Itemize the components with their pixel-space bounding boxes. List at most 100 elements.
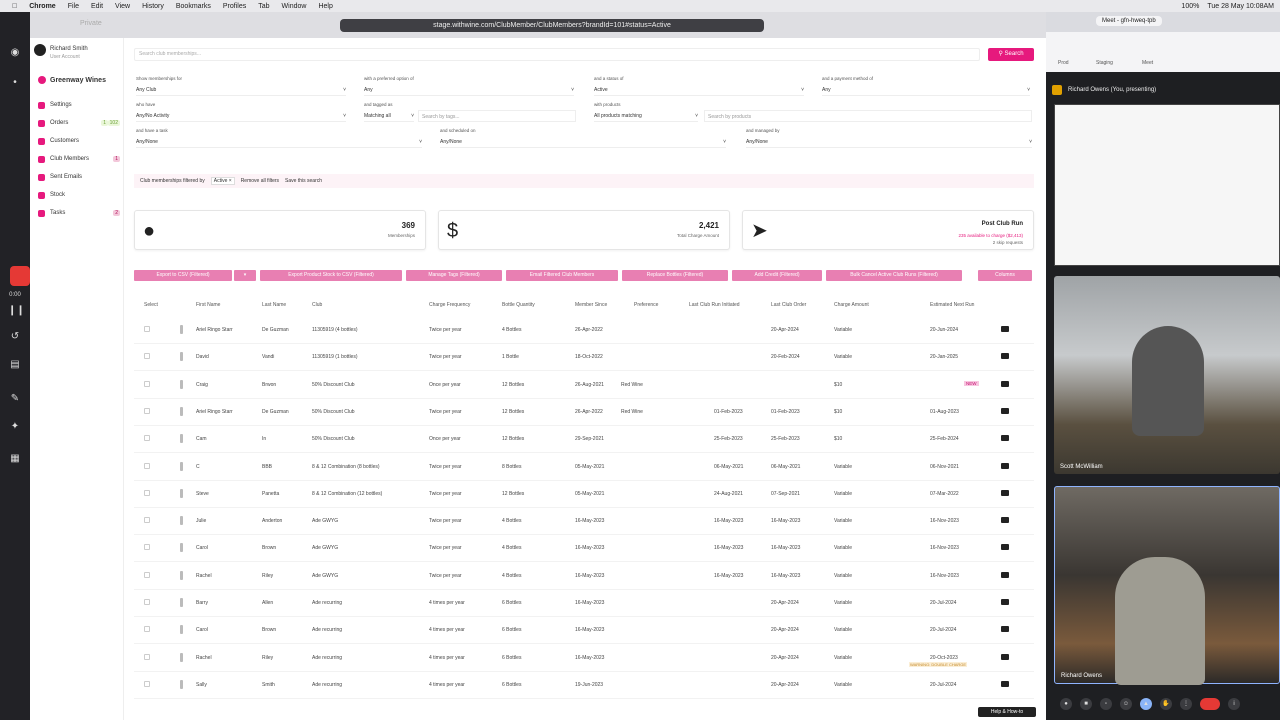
effects-icon[interactable]: ✦ xyxy=(8,420,22,434)
sidebar-item-customers[interactable]: Customers xyxy=(38,132,120,150)
col-next-run[interactable]: Estimated Next Run xyxy=(930,302,974,308)
row-checkbox[interactable] xyxy=(144,462,150,469)
products-search-input[interactable]: Search by products xyxy=(704,102,1032,124)
record-stop-icon[interactable] xyxy=(10,266,30,286)
col-last-order[interactable]: Last Club Order xyxy=(771,302,806,308)
avatar[interactable] xyxy=(34,44,46,56)
filter-status[interactable]: and a status of Active ˅ xyxy=(594,76,804,98)
bookmark-meet[interactable]: Meet xyxy=(1142,60,1153,66)
table-row[interactable]: Rachel Riley Ade GWYG Twice per year 4 Bottl… xyxy=(134,563,1034,590)
bookmark-staging[interactable]: Staging xyxy=(1096,60,1113,66)
filter-scheduled[interactable]: and scheduled on Any/None ˅ xyxy=(440,128,726,150)
export-stock-button[interactable]: Export Product Stock to CSV (Filtered) xyxy=(260,270,402,281)
sidebar-item-orders[interactable]: Orders 1 102 xyxy=(38,114,120,132)
save-search-link[interactable]: Save this search xyxy=(285,178,322,184)
row-checkbox[interactable] xyxy=(144,517,150,524)
email-icon[interactable] xyxy=(1001,653,1009,660)
row-checkbox[interactable] xyxy=(144,326,150,332)
emoji-icon[interactable]: ☺ xyxy=(1120,698,1132,710)
filter-payment[interactable]: and a payment method of Any ˅ xyxy=(822,76,1030,98)
filter-preference[interactable]: with a preferred option of Any ˅ xyxy=(364,76,574,98)
email-members-button[interactable]: Email Filtered Club Members xyxy=(506,270,618,281)
table-row[interactable]: Carol Brown Ade GWYG Twice per year 4 Bottle… xyxy=(134,535,1034,563)
table-row[interactable]: Ariel Ringo Starr De Guzman 11305919 (4 bo… xyxy=(134,317,1034,344)
info-icon[interactable]: i xyxy=(1228,698,1240,710)
pause-icon[interactable]: ❙❙ xyxy=(8,304,25,318)
apple-icon[interactable]:  xyxy=(12,3,17,10)
row-checkbox[interactable] xyxy=(144,544,150,551)
col-charge-frequency[interactable]: Charge Frequency xyxy=(429,302,470,308)
camera-icon[interactable]: ◉ xyxy=(8,46,22,60)
restart-icon[interactable]: ↺ xyxy=(8,330,22,344)
stat-label[interactable]: 235 available to charge ($2,413) xyxy=(958,233,1023,238)
more-options-icon[interactable]: ⋮ xyxy=(1180,698,1192,710)
filter-club[interactable]: Show memberships for Any Club ˅ xyxy=(136,76,346,98)
row-checkbox[interactable] xyxy=(144,489,150,496)
col-last-run[interactable]: Last Club Run Initiated xyxy=(689,302,740,308)
menu-file[interactable]: File xyxy=(68,3,79,10)
pen-icon[interactable]: ✎ xyxy=(8,392,22,406)
filter-task[interactable]: and have a task Any/None ˅ xyxy=(136,128,422,150)
table-row[interactable]: C BBB 8 & 12 Combination (8 bottles) Twice … xyxy=(134,454,1034,481)
battery-level[interactable]: 100% xyxy=(1181,3,1199,10)
filter-activity[interactable]: who have Any/No Activity ˅ xyxy=(136,102,346,124)
menu-edit[interactable]: Edit xyxy=(91,3,103,10)
table-row[interactable]: Rachel Riley Ade recurring 4 times per year… xyxy=(134,645,1034,672)
end-call-icon[interactable] xyxy=(1200,698,1220,710)
email-icon[interactable] xyxy=(1001,599,1009,605)
table-row[interactable]: David Vandi 11305919 (1 bottles) Twice per … xyxy=(134,344,1034,372)
table-row[interactable]: Ariel Ringo Starr De Guzman 50% Discount C… xyxy=(134,399,1034,426)
table-row[interactable]: Barry Allen Ade recurring 4 times per year 6… xyxy=(134,590,1034,617)
row-checkbox[interactable] xyxy=(144,435,150,442)
video-icon[interactable]: ▦ xyxy=(8,452,22,466)
filter-chip-active[interactable]: Active × xyxy=(210,177,235,185)
col-charge-amount[interactable]: Charge Amount xyxy=(834,302,869,308)
meet-tab[interactable]: Meet - gfn-hweq-tpb xyxy=(1096,16,1162,26)
help-button[interactable]: Help & How-to xyxy=(978,707,1036,717)
bookmark-prod[interactable]: Prod xyxy=(1058,60,1069,66)
row-checkbox[interactable] xyxy=(144,599,150,605)
search-input[interactable]: Search club memberships... xyxy=(134,48,980,61)
present-screen-icon[interactable]: ▲ xyxy=(1140,698,1152,710)
filter-tag-match[interactable]: and tagged as Matching all ˅ xyxy=(364,102,414,124)
menu-tab[interactable]: Tab xyxy=(258,3,269,10)
email-icon[interactable] xyxy=(1001,626,1009,633)
clock[interactable]: Tue 28 May 10:08AM xyxy=(1207,3,1274,10)
table-row[interactable]: Carol Brown Ade recurring 4 times per year 6… xyxy=(134,617,1034,645)
table-row[interactable]: Cam In 50% Discount Club Once per year 12 Bo… xyxy=(134,426,1034,454)
stat-post-club-run[interactable]: ➤ Post Club Run 235 available to charge … xyxy=(742,210,1034,250)
remove-filters-link[interactable]: Remove all filters xyxy=(241,178,279,184)
row-checkbox[interactable] xyxy=(144,653,150,660)
sidebar-item-settings[interactable]: Settings xyxy=(38,96,120,114)
raise-hand-icon[interactable]: ✋ xyxy=(1160,698,1172,710)
email-icon[interactable] xyxy=(1001,353,1009,360)
user-account-label[interactable]: User Account xyxy=(50,54,80,60)
menu-history[interactable]: History xyxy=(142,3,164,10)
col-member-since[interactable]: Member Since xyxy=(575,302,607,308)
add-credit-button[interactable]: Add Credit (Filtered) xyxy=(732,270,822,281)
email-icon[interactable] xyxy=(1001,435,1009,442)
col-last-name[interactable]: Last Name xyxy=(262,302,286,308)
menu-view[interactable]: View xyxy=(115,3,130,10)
email-icon[interactable] xyxy=(1001,489,1009,496)
email-icon[interactable] xyxy=(1001,462,1009,469)
brand-name[interactable]: Greenway Wines xyxy=(38,76,106,84)
video-tile-scott[interactable]: Scott McWilliam xyxy=(1054,276,1280,474)
email-icon[interactable] xyxy=(1001,407,1009,414)
email-icon[interactable] xyxy=(1001,380,1009,387)
filter-products[interactable]: with products All products matching ˅ xyxy=(594,102,698,124)
email-icon[interactable] xyxy=(1001,680,1009,687)
sidebar-item-sent-emails[interactable]: Sent Emails xyxy=(38,168,120,186)
filter-managed-by[interactable]: and managed by Any/None ˅ xyxy=(746,128,1032,150)
address-bar[interactable]: stage.withwine.com/ClubMember/ClubMember… xyxy=(340,19,764,32)
email-icon[interactable] xyxy=(1001,571,1009,578)
search-button[interactable]: ⚲ Search xyxy=(988,48,1034,61)
bulk-cancel-button[interactable]: Bulk Cancel Active Club Runs (Filtered) xyxy=(826,270,962,281)
row-checkbox[interactable] xyxy=(144,380,150,387)
replace-bottles-button[interactable]: Replace Bottles (Filtered) xyxy=(622,270,728,281)
table-row[interactable]: Craig Brwon 50% Discount Club Once per year… xyxy=(134,372,1034,399)
columns-button[interactable]: Columns xyxy=(978,270,1032,281)
email-icon[interactable] xyxy=(1001,544,1009,551)
mic-icon[interactable]: ● xyxy=(1060,698,1072,710)
col-club[interactable]: Club xyxy=(312,302,322,308)
